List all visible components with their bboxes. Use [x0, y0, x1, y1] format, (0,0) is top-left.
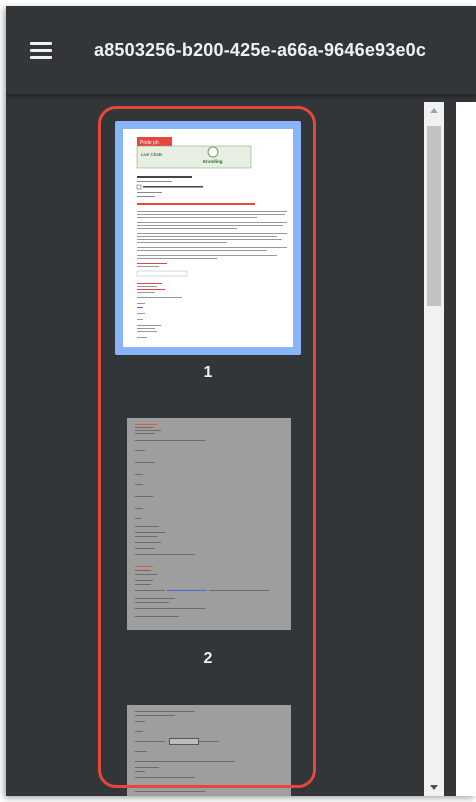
arrow-up-icon[interactable] [424, 102, 444, 120]
page-1-content: Pride ph Live Chats Enrolling [136, 137, 287, 338]
viewer-toolbar: a8503256-b200-425e-a66a-9646e93e0c [6, 6, 476, 94]
preview-logo: Enrolling [203, 159, 223, 164]
preview-badge: Pride ph [140, 140, 159, 146]
hamburger-menu-icon[interactable] [30, 42, 52, 60]
document-title: a8503256-b200-425e-a66a-9646e93e0c [94, 40, 427, 60]
preview-header: Live Chats [141, 152, 163, 157]
pdf-viewer-window: a8503256-b200-425e-a66a-9646e93e0c Pride… [6, 6, 476, 796]
thumbnail-sidebar[interactable]: Pride ph Live Chats Enrolling 1 2 [6, 94, 418, 796]
document-page-view[interactable] [456, 102, 476, 796]
page-number-1: 1 [203, 364, 213, 381]
scrollbar-thumb[interactable] [427, 126, 441, 306]
page-1-preview: Pride ph Live Chats Enrolling [123, 129, 293, 347]
page-number-2: 2 [203, 650, 213, 667]
page-thumbnail-1[interactable]: Pride ph Live Chats Enrolling [115, 121, 301, 355]
page-thumbnail-2[interactable] [127, 418, 291, 630]
arrow-down-icon[interactable] [424, 778, 444, 796]
page-thumbnail-3[interactable] [127, 705, 291, 796]
sidebar-scrollbar[interactable] [424, 102, 444, 796]
